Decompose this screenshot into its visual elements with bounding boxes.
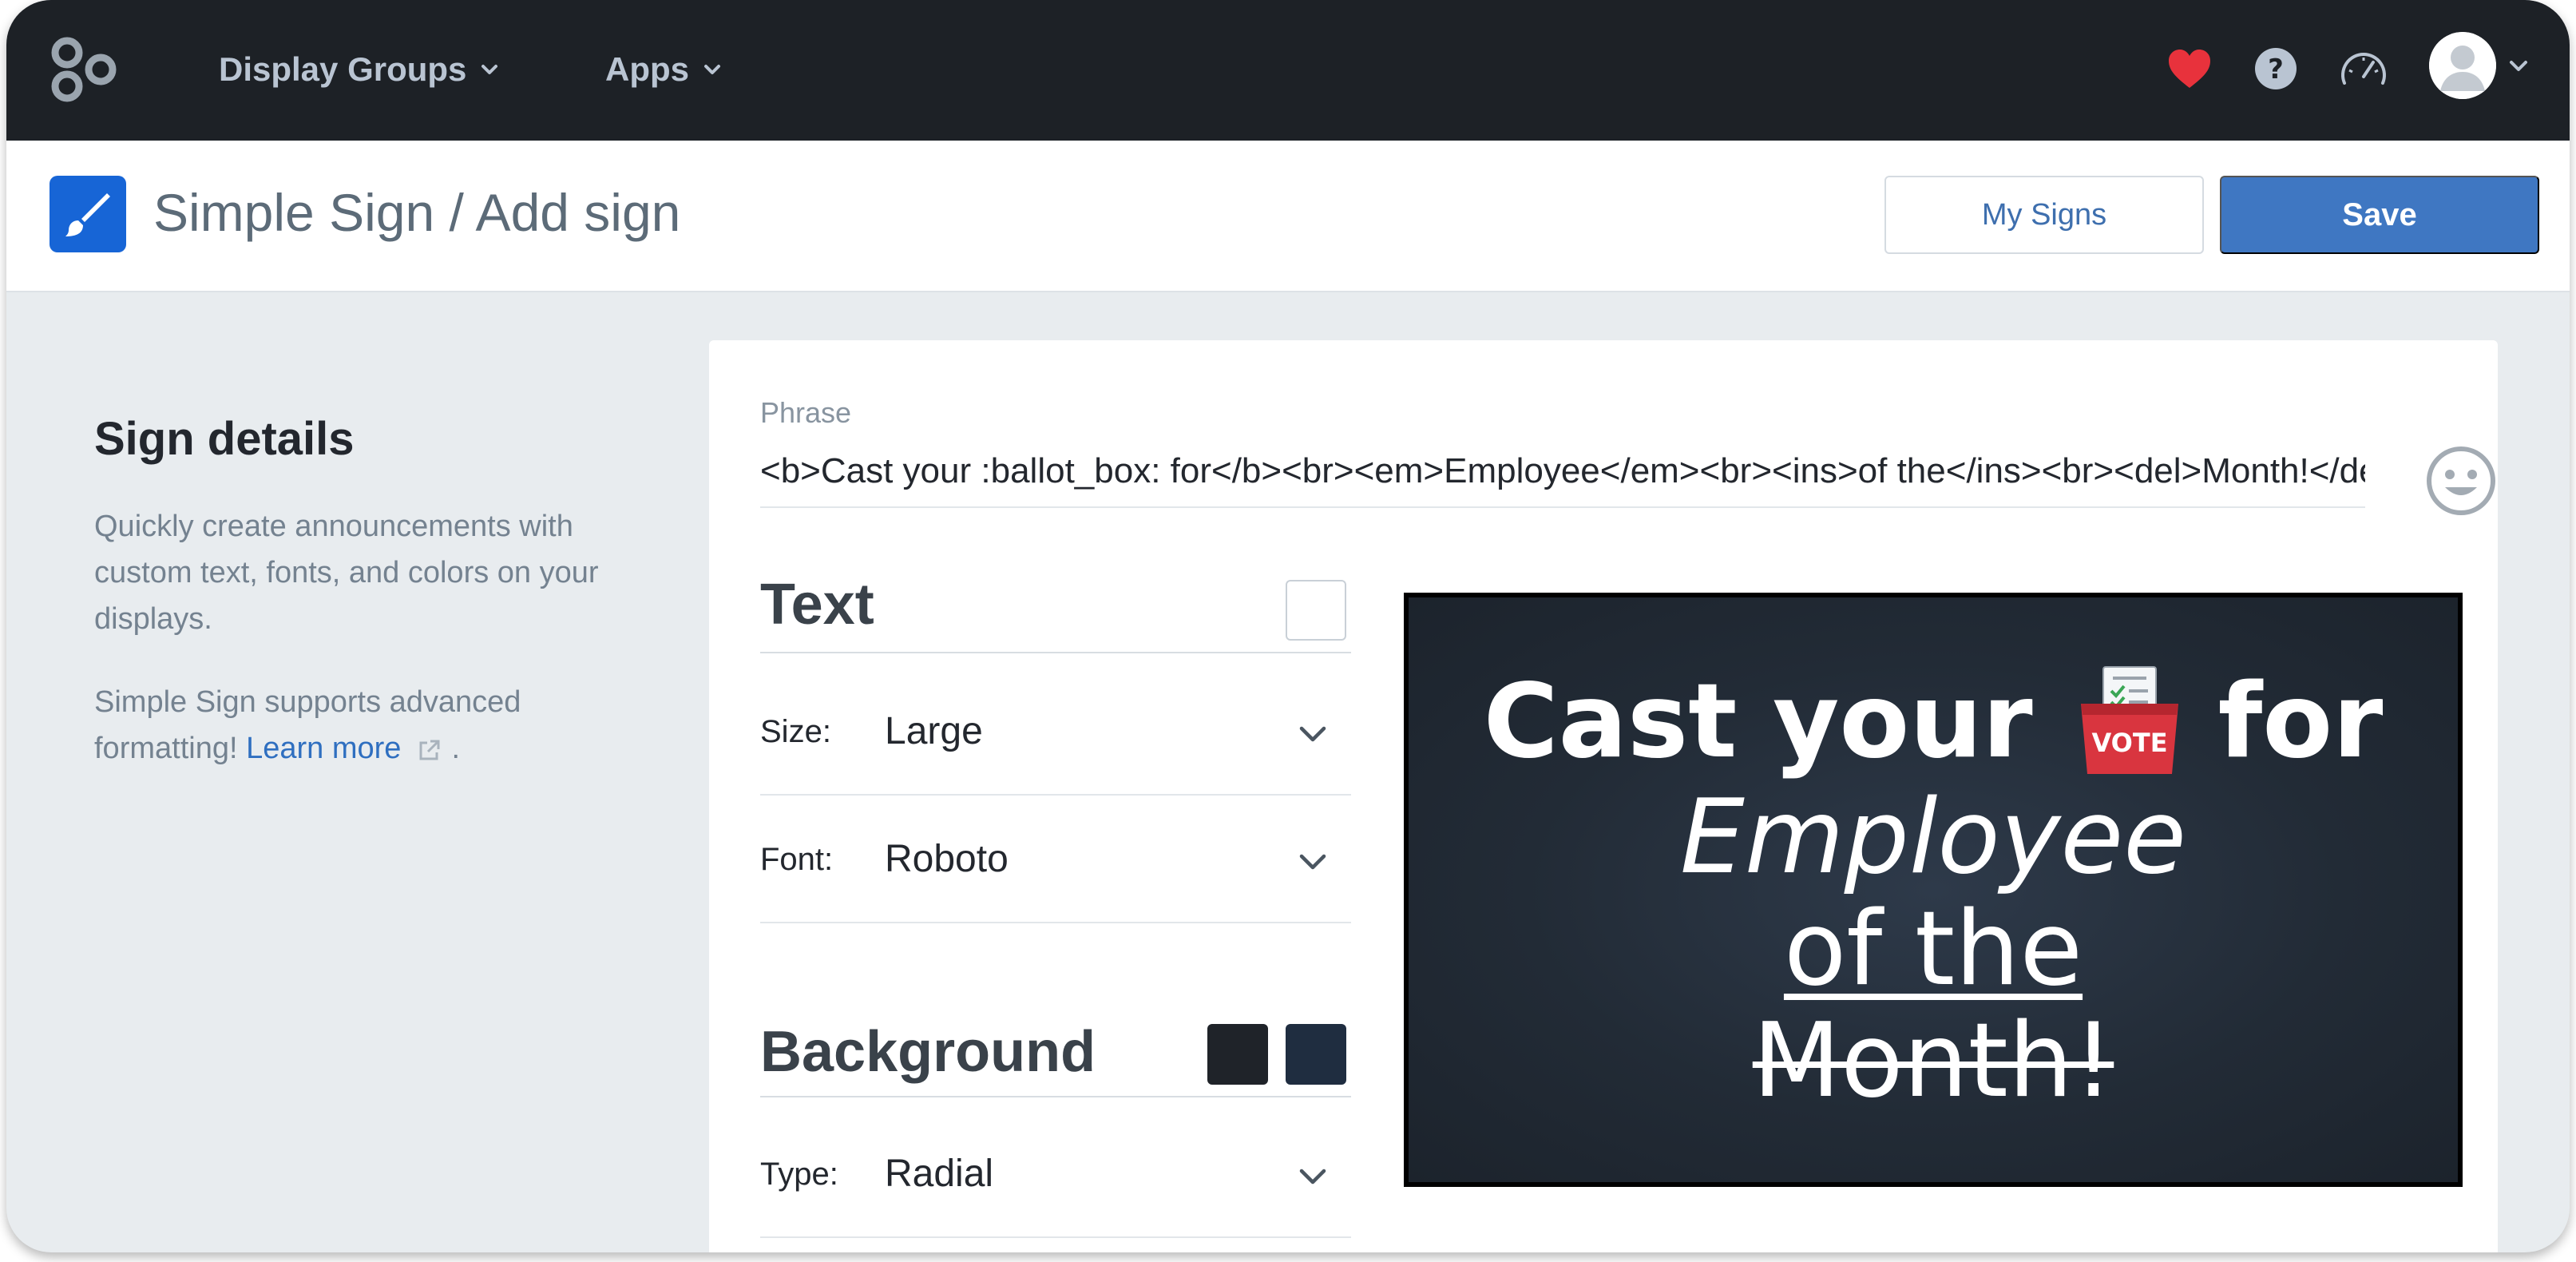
background-color-swatch-2[interactable] — [1286, 1024, 1346, 1085]
preview-line-1: Cast your VOTE for — [1484, 662, 2384, 782]
learn-more-label: Learn more — [246, 732, 402, 765]
text-section-title: Text — [760, 573, 874, 637]
emoji-picker-icon[interactable] — [2424, 444, 2498, 518]
help-button[interactable]: ? — [2247, 40, 2305, 97]
sign-details-heading: Sign details — [94, 413, 355, 465]
user-avatar[interactable] — [2429, 32, 2496, 99]
ballot-box-icon: VOTE — [2080, 666, 2178, 774]
user-icon — [2429, 32, 2496, 99]
background-color-swatch-1[interactable] — [1207, 1024, 1268, 1085]
page-title: Simple Sign / Add sign — [153, 183, 681, 242]
phrase-input[interactable] — [760, 436, 2365, 508]
size-label: Size: — [760, 714, 831, 749]
divider — [760, 1096, 1351, 1097]
favorites-button[interactable] — [2161, 40, 2218, 97]
formatting-note: Simple Sign supports advanced formatting… — [94, 679, 669, 772]
chevron-down-icon[interactable] — [2506, 53, 2531, 78]
preview-line-2: Employee — [1680, 778, 2186, 897]
chevron-down-icon — [704, 65, 720, 74]
chevron-down-icon — [1299, 1169, 1326, 1185]
simple-sign-app-icon — [50, 176, 126, 252]
speedometer-icon — [2341, 53, 2386, 85]
size-select[interactable]: Size: Large — [760, 668, 1351, 796]
app-window: Display Groups Apps ? Simple Sign / Add … — [6, 0, 2570, 1252]
font-label: Font: — [760, 842, 834, 877]
dashboard-button[interactable] — [2335, 40, 2392, 97]
nav-display-groups-label: Display Groups — [219, 50, 467, 88]
app-logo-icon[interactable] — [45, 29, 125, 109]
font-select[interactable]: Font: Roboto — [760, 796, 1351, 923]
my-signs-button[interactable]: My Signs — [1884, 176, 2204, 254]
top-navbar: Display Groups Apps ? — [6, 0, 2570, 141]
sign-details-description: Quickly create announcements with custom… — [94, 510, 599, 636]
learn-more-link[interactable]: Learn more — [246, 732, 443, 765]
text-color-swatch[interactable] — [1286, 580, 1346, 641]
heart-icon — [2169, 50, 2210, 88]
svg-text:?: ? — [2268, 54, 2284, 85]
type-label: Type: — [760, 1157, 838, 1192]
svg-text:VOTE: VOTE — [2091, 728, 2167, 758]
phrase-label: Phrase — [760, 396, 852, 429]
type-value: Radial — [885, 1153, 994, 1195]
chevron-down-icon — [482, 65, 498, 74]
sign-editor-card: Phrase Text Size: Large Font: Roboto — [709, 340, 2498, 1252]
external-link-icon — [419, 740, 440, 760]
divider — [760, 652, 1351, 653]
chevron-down-icon — [1299, 854, 1326, 870]
nav-display-groups[interactable]: Display Groups — [219, 42, 501, 97]
background-type-select[interactable]: Type: Radial — [760, 1110, 1351, 1238]
preview-line-4: Month! — [1752, 1002, 2114, 1121]
formatting-note-suffix: . — [451, 732, 461, 765]
preview-line-1-text: Cast your — [1483, 662, 2033, 781]
font-value: Roboto — [885, 838, 1009, 880]
preview-line-1-end: for — [2217, 662, 2384, 781]
preview-line-3: of the — [1783, 890, 2083, 1009]
nav-apps[interactable]: Apps — [605, 42, 724, 97]
sign-preview: Cast your VOTE for Employee of the Month… — [1404, 593, 2463, 1187]
size-value: Large — [885, 710, 983, 752]
nav-apps-label: Apps — [605, 50, 689, 88]
help-icon: ? — [2255, 48, 2297, 89]
page-header: Simple Sign / Add sign My Signs Save — [6, 141, 2570, 292]
save-button[interactable]: Save — [2220, 176, 2539, 254]
paintbrush-icon — [65, 193, 110, 236]
chevron-down-icon — [1299, 726, 1326, 742]
